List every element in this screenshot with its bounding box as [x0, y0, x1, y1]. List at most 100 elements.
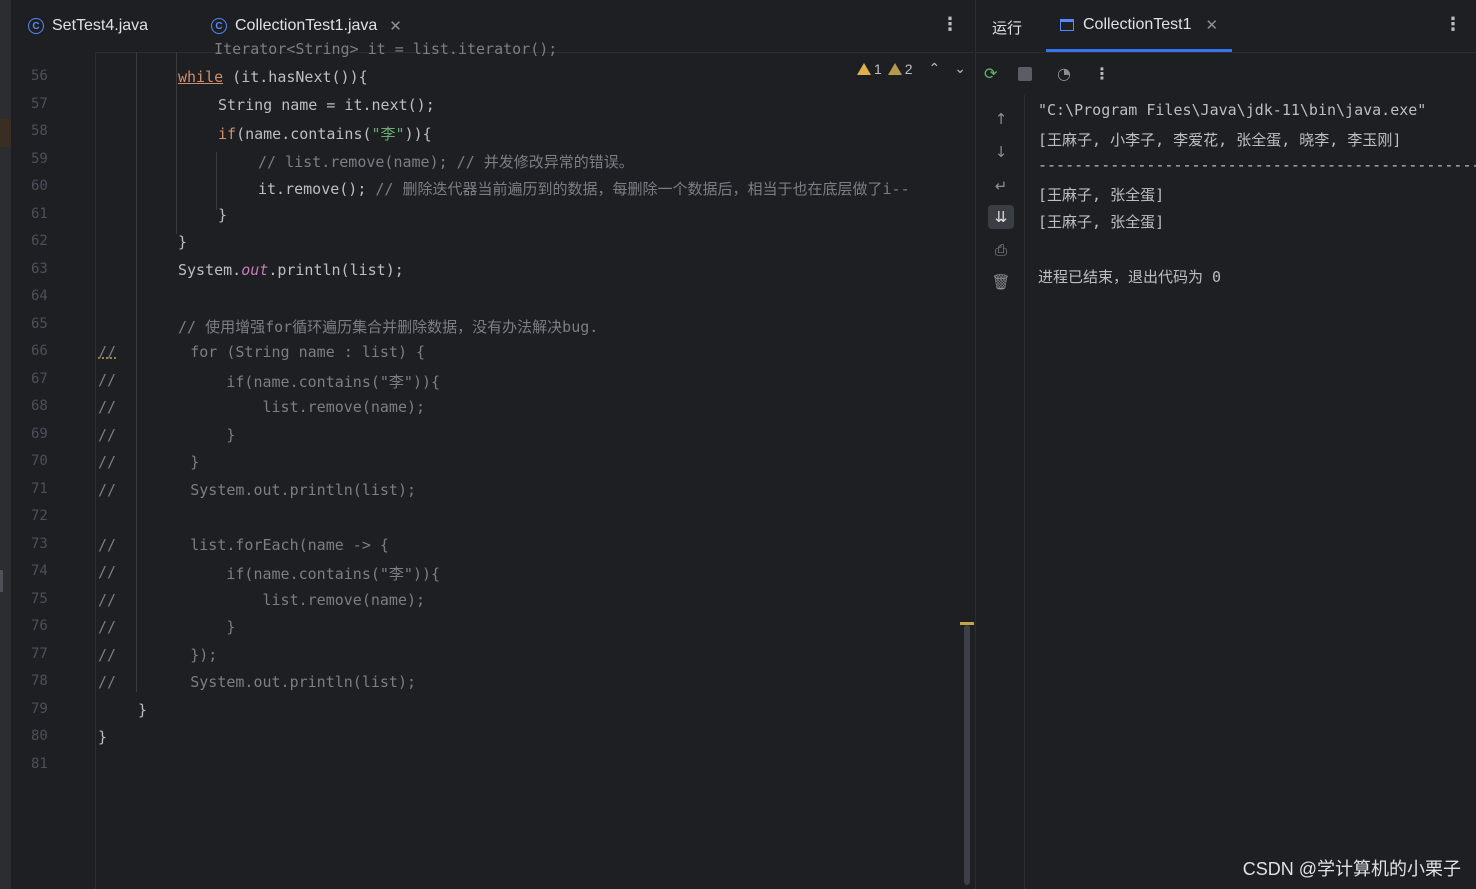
warning-count-label: 1 — [873, 60, 882, 77]
code-line-69: } — [118, 426, 236, 444]
code-line-75: list.remove(name); — [118, 591, 426, 609]
tab-label: SetTest4.java — [52, 17, 149, 34]
code-line-56: while (it.hasNext()){ — [178, 68, 368, 86]
editor-scrollbar[interactable] — [960, 52, 974, 889]
line-number: 59 — [31, 151, 48, 167]
keyword: if — [218, 125, 237, 143]
strip-bar — [0, 570, 3, 592]
comment-marker: // — [98, 646, 117, 664]
comment-marker: // — [98, 453, 117, 471]
left-tool-strip — [0, 0, 11, 889]
code-line-59: // list.remove(name); // 并发修改异常的错误。 — [258, 153, 634, 171]
comment-marker: // — [98, 481, 117, 499]
console-line: [王麻子, 小李子, 李爱花, 张全蛋, 晓李, 李玉刚] — [1038, 131, 1402, 149]
line-number: 78 — [31, 673, 48, 689]
string-literal: "李" — [371, 125, 405, 143]
code-line-66: for (String name : list) { — [118, 343, 426, 361]
up-arrow-icon[interactable]: ↑ — [988, 107, 1014, 131]
line-number: 66 — [31, 343, 48, 359]
code-line-73: list.forEach(name -> { — [118, 536, 389, 554]
profiler-icon[interactable]: ◔ — [1057, 64, 1071, 83]
code-line-78: System.out.println(list); — [118, 673, 417, 691]
code-line-65: // 使用增强for循环遍历集合并删除数据，没有办法解决bug. — [178, 318, 599, 336]
code-line-57: String name = it.next(); — [218, 96, 435, 114]
line-number: 65 — [31, 316, 48, 332]
indent-guide — [176, 52, 177, 234]
line-number: 61 — [31, 206, 48, 222]
console-line: [王麻子, 张全蛋] — [1038, 186, 1165, 204]
line-number-gutter: 56 57 58 59 60 61 62 63 64 65 66 67 68 6… — [11, 52, 96, 889]
line-number: 81 — [31, 756, 48, 772]
code-text: it.remove(); — [258, 180, 367, 198]
line-number: 76 — [31, 618, 48, 634]
comment-marker: // — [98, 426, 117, 444]
code-line-76: } — [118, 618, 236, 636]
line-number: 74 — [31, 563, 48, 579]
rerun-icon[interactable]: ⟳ — [984, 64, 997, 83]
warning-count[interactable]: 1 — [856, 60, 882, 77]
code-line-60: it.remove(); // 删除迭代器当前遍历到的数据，每删除一个数据后，相… — [258, 178, 910, 199]
code-line-67: if(name.contains("李")){ — [118, 373, 441, 391]
code-text: (name.contains( — [236, 125, 372, 143]
tab-label: CollectionTest1.java — [235, 17, 378, 34]
comment-marker: // — [98, 563, 117, 581]
window-icon — [1060, 18, 1074, 31]
weak-warning-count[interactable]: 2 — [887, 61, 913, 77]
console-line: [王麻子, 张全蛋] — [1038, 213, 1165, 231]
more-icon[interactable]: ⋮ — [941, 14, 959, 35]
soft-wrap-icon[interactable]: ↵ — [988, 174, 1014, 198]
run-tab-collectiontest1[interactable]: CollectionTest1 ✕ — [1046, 0, 1233, 52]
line-number: 71 — [31, 481, 48, 497]
code-line-80: } — [98, 728, 108, 746]
stop-icon[interactable] — [1018, 67, 1032, 81]
code-text: .println(list); — [268, 261, 404, 279]
code-text: System. — [178, 261, 242, 279]
code-area[interactable]: Iterator<String> it = list.iterator(); w… — [96, 40, 960, 889]
console-side-toolbar: ↑ ↓ ↵ ⇊ ⎙ 🗑 — [976, 95, 1025, 889]
more-icon[interactable]: ⋮ — [1444, 14, 1462, 35]
console-output[interactable]: "C:\Program Files\Java\jdk-11\bin\java.e… — [1026, 95, 1476, 889]
inspection-widget[interactable]: 1 2 ⌃ ⌄ — [856, 60, 966, 77]
code-line-77: }); — [118, 646, 218, 664]
weak-warning-icon — [887, 62, 902, 75]
line-number: 69 — [31, 426, 48, 442]
comment-marker: // — [98, 398, 117, 416]
close-icon[interactable]: ✕ — [1206, 16, 1219, 34]
line-number: 72 — [31, 508, 48, 524]
code-line-58: if(name.contains("李")){ — [218, 123, 432, 144]
console-line: ----------------------------------------… — [1038, 156, 1476, 174]
indent-guide — [216, 152, 217, 210]
code-line-74: if(name.contains("李")){ — [118, 565, 441, 583]
more-icon[interactable]: ⋮ — [1094, 64, 1110, 83]
line-number: 64 — [31, 288, 48, 304]
chevron-up-icon[interactable]: ⌃ — [929, 60, 941, 77]
tab-settest4[interactable]: C SetTest4.java — [28, 0, 148, 52]
editor-pane: C SetTest4.java C CollectionTest1.java ✕… — [11, 0, 974, 889]
partial-code-line: Iterator<String> it = list.iterator(); — [178, 40, 558, 58]
console-line: 进程已结束，退出代码为 0 — [1038, 268, 1222, 286]
run-panel-title: 运行 — [992, 19, 1023, 37]
line-number: 63 — [31, 261, 48, 277]
comment-marker: // — [98, 371, 117, 389]
comment: // 删除迭代器当前遍历到的数据，每删除一个数据后，相当于也在底层做了i-- — [366, 180, 910, 198]
comment-marker: // — [98, 591, 117, 609]
line-number: 60 — [31, 178, 48, 194]
run-header: 运行 CollectionTest1 ✕ ⋮ — [976, 0, 1476, 53]
line-number: 73 — [31, 536, 48, 552]
scroll-to-end-icon[interactable]: ⇊ — [988, 205, 1014, 229]
line-number: 79 — [31, 701, 48, 717]
line-number: 70 — [31, 453, 48, 469]
keyword: while — [178, 68, 224, 86]
down-arrow-icon[interactable]: ↓ — [988, 140, 1014, 164]
code-line-68: list.remove(name); — [118, 398, 426, 416]
scroll-thumb[interactable] — [964, 625, 970, 885]
trash-icon[interactable]: 🗑 — [988, 270, 1014, 294]
comment-marker: // — [98, 536, 117, 554]
strip-marker — [0, 119, 11, 147]
line-number: 67 — [31, 371, 48, 387]
code-line-61: } — [218, 206, 228, 224]
watermark: CSDN @学计算机的小栗子 — [1242, 859, 1461, 879]
close-icon[interactable]: ✕ — [389, 17, 402, 35]
code-line-63: System.out.println(list); — [178, 261, 404, 279]
print-icon[interactable]: ⎙ — [988, 238, 1014, 262]
